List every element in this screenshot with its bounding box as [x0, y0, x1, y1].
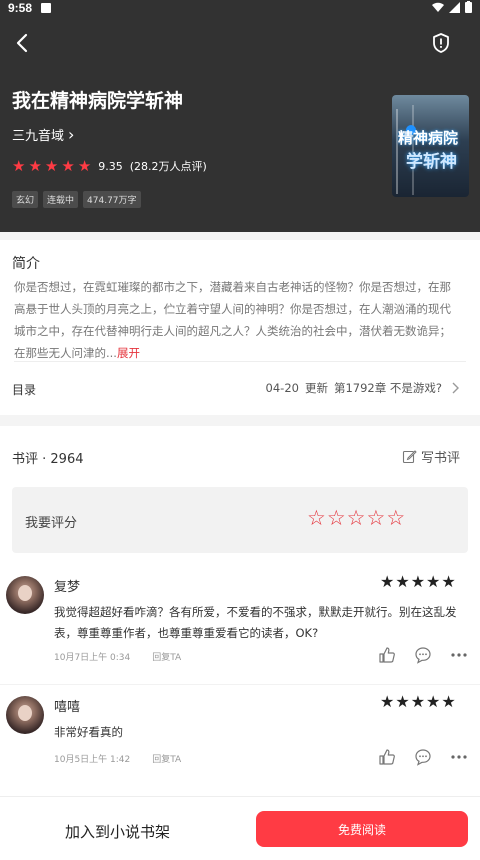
avatar-face — [18, 705, 32, 721]
star-outline-icon[interactable]: ☆ — [327, 505, 346, 531]
star-outline-icon[interactable]: ☆ — [307, 505, 326, 531]
star-icon: ★ — [61, 156, 75, 175]
toc-update-label: 更新 — [304, 381, 328, 395]
star-icon: ★ — [44, 156, 59, 175]
book-title: 我在精神病院学斩神 — [12, 91, 184, 112]
toc-chapter: 第1792章 不是游戏? — [333, 381, 442, 395]
back-button[interactable] — [10, 30, 36, 56]
star-icon: ★ — [395, 572, 410, 591]
star-icon: ★ — [380, 572, 395, 591]
edit-icon — [402, 450, 417, 464]
review-item: 嘻嘻 ★ ★ ★ ★ ★ 非常好看真的 10月5日上午 1:42 回复TA — [0, 686, 480, 796]
star-icon: ★ — [380, 692, 395, 711]
free-read-button[interactable]: 免费阅读 — [256, 811, 468, 847]
rating-stars: ★ ★ ★ ★ ★ — [12, 156, 92, 175]
status-time: 9:58 — [8, 1, 33, 15]
book-header: 9:58 我在精神病院学斩神 三九音域 › ★ ★ ★ ★ ★ 9.35 (28.2万人… — [0, 0, 480, 232]
status-bar: 9:58 — [0, 0, 480, 16]
intro-body: 你是否想过，在霓虹璀璨的都市之下，潜藏着来自古老神话的怪物？你是否想过，在那高悬… — [14, 280, 451, 360]
reviewer-name[interactable]: 复梦 — [54, 576, 80, 595]
divider — [0, 684, 480, 685]
divider — [14, 361, 466, 362]
review-meta: 10月5日上午 1:42 回复TA — [54, 752, 181, 765]
report-button[interactable] — [428, 30, 454, 56]
star-icon: ★ — [410, 692, 426, 711]
star-icon: ★ — [441, 572, 456, 591]
avatar-face — [18, 585, 32, 601]
more-icon[interactable] — [450, 646, 468, 664]
star-icon: ★ — [28, 156, 42, 175]
review-text: 非常好看真的 — [54, 725, 123, 739]
review-stars: ★ ★ ★ ★ ★ — [380, 693, 456, 711]
chevron-left-icon — [16, 33, 28, 53]
review-stars: ★ ★ ★ ★ ★ — [380, 573, 456, 591]
author-name: 三九音域 — [12, 129, 65, 144]
reply-button[interactable]: 回复TA — [152, 650, 181, 663]
tag-genre: 玄幻 — [12, 191, 39, 208]
rating-score: 9.35 — [98, 159, 123, 173]
rate-stars[interactable]: ☆ ☆ ☆ ☆ ☆ — [307, 505, 405, 531]
star-icon: ★ — [77, 156, 92, 175]
star-icon: ★ — [395, 692, 410, 711]
avatar[interactable] — [6, 696, 44, 734]
review-time: 10月7日上午 0:34 — [54, 653, 131, 663]
review-actions — [378, 646, 468, 664]
star-outline-icon[interactable]: ☆ — [347, 505, 366, 531]
comment-icon[interactable] — [414, 748, 432, 766]
review-time: 10月5日上午 1:42 — [54, 755, 131, 765]
toc-date: 04-20 — [265, 381, 299, 395]
notification-icon — [41, 3, 51, 13]
write-review-button[interactable]: 写书评 — [402, 447, 460, 466]
intro-text: 你是否想过，在霓虹璀璨的都市之下，潜藏着来自古老神话的怪物？你是否想过，在那高悬… — [14, 276, 460, 364]
expand-link[interactable]: 展开 — [117, 346, 140, 360]
avatar[interactable] — [6, 576, 44, 614]
toc-label[interactable]: 目录 — [12, 381, 36, 398]
thumbs-up-icon[interactable] — [378, 646, 396, 664]
star-outline-icon[interactable]: ☆ — [386, 505, 405, 531]
intro-heading: 简介 — [12, 256, 40, 272]
star-icon: ★ — [410, 572, 426, 591]
bottom-action-bar: 加入到小说书架 免费阅读 — [0, 796, 480, 860]
tag-status: 连载中 — [43, 191, 79, 208]
review-text: 我觉得超超好看咋滴？各有所爱，不爱看的不强求，默默走开就行。别在这乱发表，尊重尊… — [54, 605, 457, 640]
book-cover: 精神病院 学斩神 — [392, 95, 469, 197]
chevron-right-icon: › — [68, 124, 75, 144]
rate-prompt: 我要评分 — [25, 516, 78, 531]
thumbs-up-icon[interactable] — [378, 748, 396, 766]
wifi-icon — [432, 2, 444, 12]
star-outline-icon[interactable]: ☆ — [366, 505, 385, 531]
signal-icon — [449, 1, 460, 13]
cover-decoration — [396, 109, 398, 194]
battery-icon — [465, 1, 472, 13]
rating-count: (28.2万人点评) — [129, 160, 207, 173]
chevron-right-icon — [452, 382, 459, 394]
reviews-heading: 书评 · 2964 — [12, 452, 84, 467]
review-actions — [378, 748, 468, 766]
write-review-label: 写书评 — [421, 451, 461, 466]
tag-word-count: 474.77万字 — [83, 191, 141, 208]
status-icons — [432, 1, 472, 13]
reviewer-name[interactable]: 嘻嘻 — [54, 696, 80, 715]
star-icon: ★ — [441, 692, 456, 711]
cover-title-line2: 学斩神 — [406, 152, 457, 172]
review-meta: 10月7日上午 0:34 回复TA — [54, 650, 181, 663]
star-icon: ★ — [426, 572, 441, 591]
more-icon[interactable] — [450, 748, 468, 766]
comment-icon[interactable] — [414, 646, 432, 664]
rate-box: 我要评分 ☆ ☆ ☆ ☆ ☆ — [12, 487, 468, 553]
shield-alert-icon — [433, 33, 449, 53]
star-icon: ★ — [426, 692, 441, 711]
reply-button[interactable]: 回复TA — [152, 752, 181, 765]
review-item: 复梦 ★ ★ ★ ★ ★ 我觉得超超好看咋滴？各有所爱，不爱看的不强求，默默走开就行。别… — [0, 566, 480, 676]
cover-title-line1: 精神病院 — [398, 129, 459, 147]
add-to-shelf-button[interactable]: 加入到小说书架 — [65, 821, 170, 842]
star-icon: ★ — [12, 156, 26, 175]
rating-row: ★ ★ ★ ★ ★ 9.35 (28.2万人点评) — [12, 158, 207, 174]
toc-latest-chapter[interactable]: 04-20 更新 第1792章 不是游戏? — [266, 380, 462, 396]
author-link[interactable]: 三九音域 › — [12, 125, 74, 144]
book-tags: 玄幻 连载中 474.77万字 — [12, 191, 141, 208]
